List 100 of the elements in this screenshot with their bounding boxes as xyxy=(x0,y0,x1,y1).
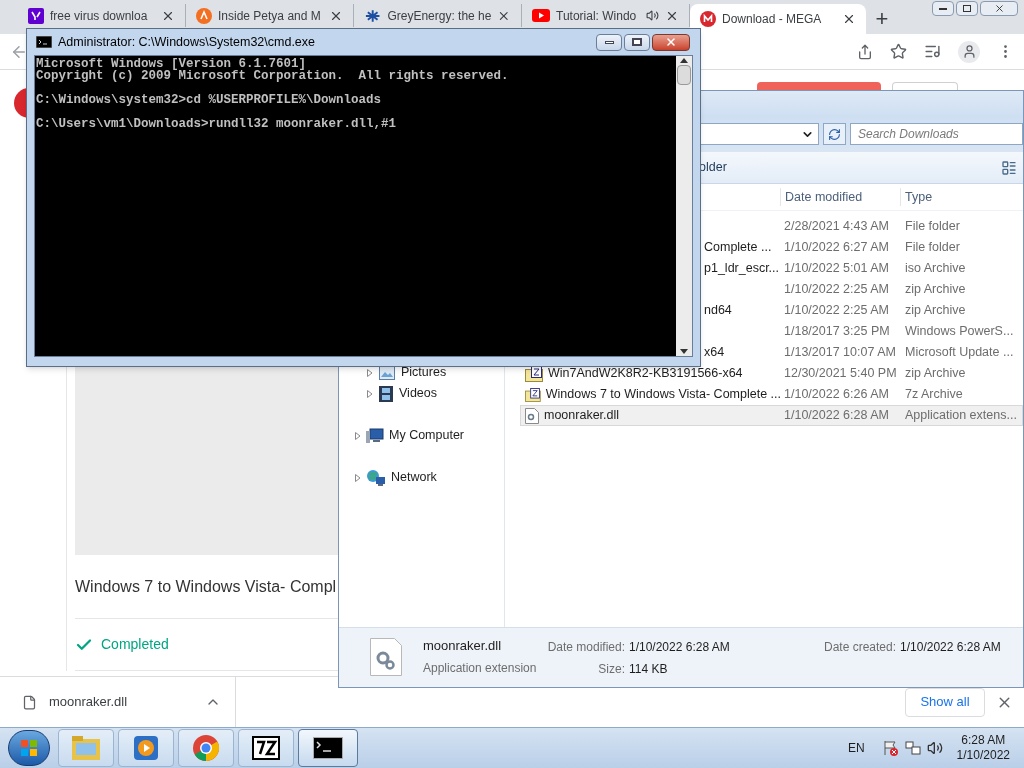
file-row[interactable]: nd64 1/10/2022 2:25 AM zip Archive xyxy=(702,300,1023,321)
file-name: Win7AndW2K8R2-KB3191566-x64 xyxy=(548,365,743,383)
browser-tab[interactable]: Download - MEGA xyxy=(690,4,866,34)
file-name: Windows 7 to Windows Vista- Complete ... xyxy=(545,386,781,404)
type-cell-text: zip Archive xyxy=(904,365,967,383)
folder-icon xyxy=(71,735,101,761)
tab-title: Tutorial: Windo xyxy=(556,7,638,25)
scroll-down-icon[interactable] xyxy=(680,349,688,354)
file-icon xyxy=(22,694,37,710)
file-row[interactable]: moonraker.dll 1/10/2022 6:28 AM Application extens... xyxy=(520,405,1023,426)
file-row[interactable]: Complete ... 1/10/2022 6:27 AM File folder xyxy=(702,237,1023,258)
detail-label: Size: xyxy=(597,661,625,678)
expand-arrow-icon[interactable] xyxy=(355,473,361,482)
gear-file-icon xyxy=(525,407,539,424)
scrollbar[interactable] xyxy=(676,56,692,356)
profile-icon[interactable] xyxy=(958,40,980,63)
star-icon[interactable] xyxy=(890,43,907,60)
share-icon[interactable] xyxy=(857,43,873,60)
browser-tab[interactable]: Tutorial: Windo xyxy=(522,4,690,27)
file-name: x64 xyxy=(704,344,725,362)
file-title: Windows 7 to Windows Vista- Compl xyxy=(75,576,337,597)
status-text: Completed xyxy=(101,635,169,654)
chrome-icon xyxy=(192,734,220,762)
browser-tab[interactable]: Inside Petya and M xyxy=(186,4,354,27)
download-file-name: moonraker.dll xyxy=(49,693,129,712)
maximize-button[interactable] xyxy=(624,33,650,51)
type-cell-text: zip Archive xyxy=(904,281,967,299)
file-row[interactable]: 1/10/2022 2:25 AM zip Archive xyxy=(702,279,1023,300)
file-row[interactable]: x64 1/13/2017 10:07 AM Microsoft Update ... xyxy=(702,342,1023,363)
file-row[interactable]: Windows 7 to Windows Vista- Complete ... 1/10/2022 6:26 AM 7z Archive xyxy=(520,384,1023,405)
date-cell-text: 2/28/2021 4:43 AM xyxy=(783,218,890,236)
scroll-up-icon[interactable] xyxy=(680,58,688,63)
window-title: Administrator: C:\Windows\System32\cmd.exe xyxy=(58,33,317,51)
detail-value: 1/10/2022 6:28 AM xyxy=(900,639,1001,656)
nav-item[interactable]: Pictures xyxy=(401,363,447,382)
refresh-icon[interactable] xyxy=(827,127,841,141)
close-icon[interactable] xyxy=(993,3,1005,14)
playlist-icon[interactable] xyxy=(924,43,941,60)
browser-tab[interactable]: free virus downloa xyxy=(18,4,186,27)
tab-title: Inside Petya and M xyxy=(218,7,322,25)
scroll-thumb[interactable] xyxy=(677,65,691,85)
column-header[interactable]: Date modified xyxy=(780,187,900,207)
bug-icon xyxy=(364,7,382,24)
file-row[interactable]: 2/28/2021 4:43 AM File folder xyxy=(702,216,1023,237)
speaker-icon xyxy=(646,9,659,22)
restore-button[interactable] xyxy=(956,1,978,16)
date-cell-text: 1/10/2022 5:01 AM xyxy=(783,260,890,278)
tab-title: Download - MEGA xyxy=(722,11,823,28)
console-icon xyxy=(36,36,52,48)
file-row[interactable]: p1_ldr_escr... 1/10/2022 5:01 AM iso Archive xyxy=(702,258,1023,279)
new-tab-button[interactable]: + xyxy=(866,4,898,34)
file-name: nd64 xyxy=(704,302,732,320)
close-button[interactable] xyxy=(652,33,690,51)
nav-item[interactable]: My Computer xyxy=(389,426,465,445)
taskbar-button[interactable] xyxy=(298,729,358,767)
network-icon[interactable] xyxy=(904,740,921,756)
refresh-button[interactable] xyxy=(822,123,846,145)
date-cell-text: 1/10/2022 6:27 AM xyxy=(783,239,890,257)
file-name: Complete ... xyxy=(704,239,772,257)
expand-arrow-icon[interactable] xyxy=(367,389,373,398)
detail-type: Application extension xyxy=(423,659,538,677)
search-field[interactable]: Search Downloads xyxy=(850,123,1023,145)
flag-icon[interactable] xyxy=(882,740,899,756)
column-header[interactable]: Type xyxy=(900,187,1023,207)
clock-date[interactable]: 1/10/2022 xyxy=(956,748,1010,763)
expand-arrow-icon[interactable] xyxy=(367,368,373,377)
date-cell-text: 1/10/2022 6:26 AM xyxy=(783,386,890,404)
favicon xyxy=(28,7,44,24)
console-line: C:\Windows\system32>cd %USERPROFILE%\Downloads xyxy=(36,94,383,106)
date-cell-text: 1/18/2017 3:25 PM xyxy=(783,323,891,341)
type-cell-text: File folder xyxy=(904,218,961,236)
type-cell-text: 7z Archive xyxy=(904,386,964,404)
network-icon xyxy=(366,468,386,487)
minimize-button[interactable] xyxy=(932,1,954,16)
type-cell-text: zip Archive xyxy=(904,302,967,320)
type-cell-text: Microsoft Update ... xyxy=(904,344,1015,362)
gear-file-icon xyxy=(370,638,402,676)
file-row[interactable]: 1/18/2017 3:25 PM Windows PowerS... xyxy=(702,321,1023,342)
speaker-icon[interactable] xyxy=(926,740,943,756)
detail-name: moonraker.dll xyxy=(423,637,503,655)
start-button[interactable] xyxy=(8,730,50,766)
clock-time[interactable]: 6:28 AM xyxy=(961,733,1006,748)
console-line: Copyright (c) 2009 Microsoft Corporation. All rights reserved. xyxy=(36,70,510,82)
view-icon[interactable] xyxy=(1001,159,1017,176)
browser-tab[interactable]: GreyEnergy: the he xyxy=(354,4,522,27)
minimize-button[interactable] xyxy=(596,33,622,51)
nav-item[interactable]: Videos xyxy=(399,384,437,403)
console-line: C:\Users\vm1\Downloads>rundll32 moonraker.dll,#1 xyxy=(36,118,398,130)
taskbar-button[interactable] xyxy=(238,729,294,767)
file-name: p1_ldr_escr... xyxy=(704,260,780,278)
date-cell-text: 1/10/2022 2:25 AM xyxy=(783,281,890,299)
type-cell-text: iso Archive xyxy=(904,260,967,278)
expand-arrow-icon[interactable] xyxy=(355,431,361,440)
language-indicator[interactable]: EN xyxy=(847,739,865,757)
nav-item[interactable]: Network xyxy=(391,468,437,487)
file-name: moonraker.dll xyxy=(544,407,620,425)
detail-value: 114 KB xyxy=(629,661,669,678)
close-icon[interactable] xyxy=(842,12,856,26)
windows-logo[interactable] xyxy=(20,739,38,757)
date-cell-text: 12/30/2021 5:40 PM xyxy=(783,365,898,383)
